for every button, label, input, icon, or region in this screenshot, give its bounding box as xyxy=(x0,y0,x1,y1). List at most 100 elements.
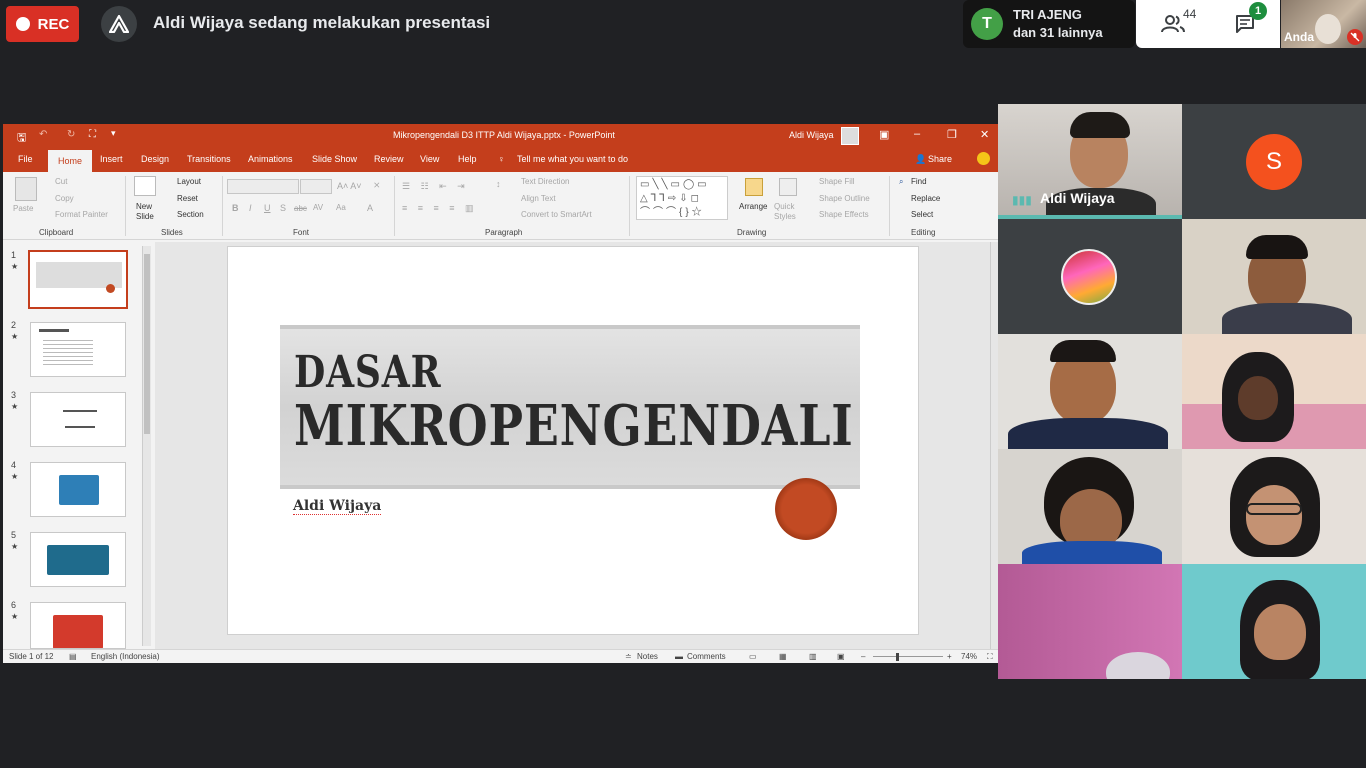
people-button[interactable]: 44 xyxy=(1161,7,1196,33)
minimize-icon[interactable]: – xyxy=(914,128,920,140)
quick-styles-button[interactable]: Quick Styles xyxy=(774,202,802,222)
ribbon-display-icon[interactable]: ▣ xyxy=(879,128,889,141)
replace-button[interactable]: Replace xyxy=(911,194,940,203)
participant-tile-avatar-s[interactable]: S xyxy=(1182,104,1366,219)
tab-home[interactable]: Home xyxy=(48,150,92,172)
strikethrough-button[interactable]: abc xyxy=(294,204,307,213)
spell-check-icon[interactable]: ▤ xyxy=(69,652,77,661)
slide-scrollbar[interactable] xyxy=(990,242,998,649)
cut-button[interactable]: Cut xyxy=(55,177,67,186)
slide-thumbnail[interactable] xyxy=(30,392,126,447)
tab-transitions[interactable]: Transitions xyxy=(187,154,231,164)
tab-review[interactable]: Review xyxy=(374,154,404,164)
font-color-button[interactable]: A xyxy=(367,203,373,213)
redo-icon[interactable]: ↻ xyxy=(67,129,75,140)
select-button[interactable]: Select xyxy=(911,210,933,219)
convert-smartart-button[interactable]: Convert to SmartArt xyxy=(521,210,592,219)
tab-animations[interactable]: Animations xyxy=(248,154,293,164)
layout-button[interactable]: Layout xyxy=(177,177,201,186)
tab-insert[interactable]: Insert xyxy=(100,154,123,164)
tab-help[interactable]: Help xyxy=(458,154,477,164)
shadow-button[interactable]: S xyxy=(280,203,286,213)
change-case-button[interactable]: Aa xyxy=(336,203,346,212)
tab-file[interactable]: File xyxy=(18,154,33,164)
slide-author[interactable]: Aldi Wijaya xyxy=(293,498,382,515)
list-buttons-icon[interactable]: ☰ ☷ ⇤ ⇥ xyxy=(402,181,469,192)
paste-button[interactable]: Paste xyxy=(13,204,33,213)
participant-tile[interactable] xyxy=(1182,334,1366,449)
participant-tile[interactable] xyxy=(1182,219,1366,334)
participant-tile[interactable] xyxy=(1182,449,1366,564)
align-buttons-icon[interactable]: ≡ ≡ ≡ ≡ ▥ xyxy=(402,203,478,214)
format-painter-button[interactable]: Format Painter xyxy=(55,210,108,219)
tab-slide-show[interactable]: Slide Show xyxy=(312,154,357,164)
find-button[interactable]: Find xyxy=(911,177,927,186)
tab-design[interactable]: Design xyxy=(141,154,169,164)
self-view-tile[interactable]: Anda xyxy=(1281,0,1366,48)
grow-font-icon[interactable]: A˄ A˅ xyxy=(337,181,362,191)
participant-tile-photo-avatar[interactable] xyxy=(998,219,1182,334)
ppt-user-avatar[interactable] xyxy=(841,127,859,145)
scrollbar-thumb[interactable] xyxy=(144,254,150,434)
slideshow-view-icon[interactable]: ▣ xyxy=(837,652,845,661)
customize-qat-icon[interactable]: ▾ xyxy=(111,128,116,139)
normal-view-icon[interactable]: ▭ xyxy=(749,652,757,661)
slide-thumbnail[interactable] xyxy=(30,602,126,649)
save-icon[interactable]: 🖫 xyxy=(17,129,26,148)
feedback-smiley-icon[interactable] xyxy=(977,152,990,165)
zoom-slider-handle[interactable] xyxy=(896,653,899,661)
bold-button[interactable]: B xyxy=(232,203,239,213)
comments-button[interactable]: Comments xyxy=(687,652,726,661)
notes-button[interactable]: Notes xyxy=(637,652,658,661)
font-name-input[interactable] xyxy=(227,179,299,194)
thumbnails-scrollbar[interactable] xyxy=(142,246,151,646)
font-size-input[interactable] xyxy=(300,179,332,194)
tell-me-box[interactable]: Tell me what you want to do xyxy=(517,154,628,164)
participant-tile[interactable] xyxy=(998,449,1182,564)
zoom-in-icon[interactable]: + xyxy=(947,652,952,661)
share-button[interactable]: Share xyxy=(928,154,952,164)
participant-tile[interactable] xyxy=(998,334,1182,449)
restore-icon[interactable]: ❐ xyxy=(947,128,957,141)
underline-button[interactable]: U xyxy=(264,203,271,213)
current-slide[interactable]: DASAR MIKROPENGENDALI Aldi Wijaya xyxy=(227,246,919,635)
slide-sorter-icon[interactable]: ▦ xyxy=(779,652,787,661)
participant-tile[interactable] xyxy=(998,564,1182,679)
close-icon[interactable]: ✕ xyxy=(980,128,989,141)
character-spacing-button[interactable]: AV xyxy=(313,203,323,212)
slide-thumbnail[interactable] xyxy=(28,250,128,309)
shape-fill-button[interactable]: Shape Fill xyxy=(819,177,855,186)
chat-button[interactable]: 1 xyxy=(1235,2,1267,34)
join-notification[interactable]: T TRI AJENG dan 31 lainnya xyxy=(963,0,1135,48)
slide-title-line-1[interactable]: DASAR xyxy=(294,347,441,398)
reset-button[interactable]: Reset xyxy=(177,194,198,203)
slide-thumbnail[interactable] xyxy=(30,462,126,517)
zoom-slider[interactable] xyxy=(873,656,943,657)
start-from-beginning-icon[interactable]: ⛶ xyxy=(89,129,96,140)
ppt-user-name[interactable]: Aldi Wijaya xyxy=(789,130,834,140)
language-status[interactable]: English (Indonesia) xyxy=(91,652,159,661)
italic-button[interactable]: I xyxy=(249,203,252,213)
reading-view-icon[interactable]: ▥ xyxy=(809,652,817,661)
new-slide-button[interactable]: New Slide xyxy=(136,202,158,222)
shape-outline-button[interactable]: Shape Outline xyxy=(819,194,870,203)
shapes-gallery[interactable]: ▭╲╲▭◯▭ △⅂⅂⇨⇩◻ ⌒⌒⌒{}☆ xyxy=(636,176,728,220)
align-text-button[interactable]: Align Text xyxy=(521,194,556,203)
zoom-out-icon[interactable]: – xyxy=(861,652,865,661)
zoom-level[interactable]: 74% xyxy=(961,652,977,661)
line-spacing-icon[interactable]: ↕ xyxy=(496,179,501,189)
undo-icon[interactable]: ↶ xyxy=(39,129,47,140)
fit-slide-icon[interactable]: ⛶ xyxy=(987,652,993,662)
slide-title-line-2[interactable]: MIKROPENGENDALI xyxy=(294,393,854,459)
participant-tile[interactable] xyxy=(1182,564,1366,679)
arrange-button[interactable]: Arrange xyxy=(739,202,767,211)
shape-effects-button[interactable]: Shape Effects xyxy=(819,210,869,219)
slide-thumbnail[interactable] xyxy=(30,322,126,377)
text-direction-button[interactable]: Text Direction xyxy=(521,177,569,186)
clear-formatting-icon[interactable]: ⨯ xyxy=(373,180,381,191)
participant-tile-presenter[interactable]: ▮▮▮ Aldi Wijaya xyxy=(998,104,1182,219)
section-button[interactable]: Section xyxy=(177,210,204,219)
copy-button[interactable]: Copy xyxy=(55,194,74,203)
tab-view[interactable]: View xyxy=(420,154,439,164)
slide-thumbnail[interactable] xyxy=(30,532,126,587)
